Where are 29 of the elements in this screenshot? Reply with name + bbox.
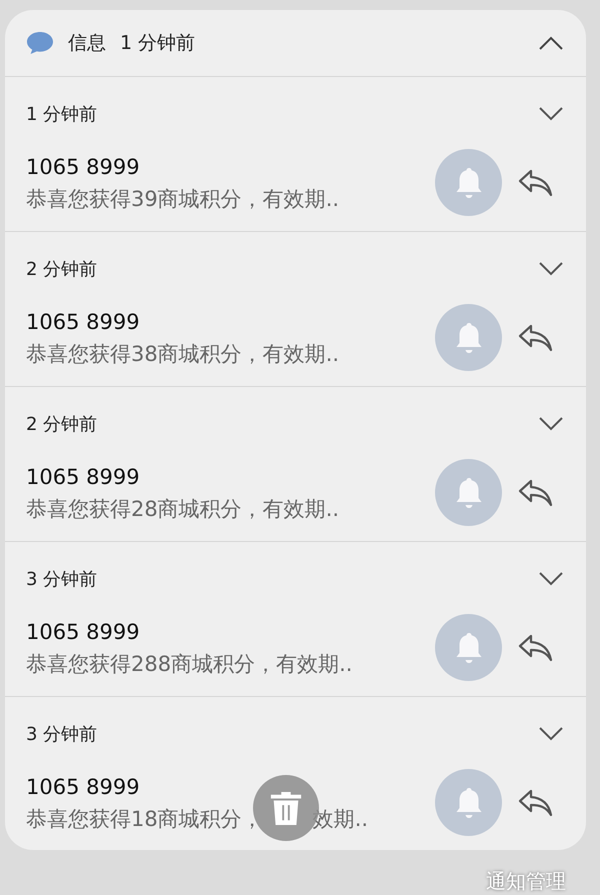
notification-time: 3 分钟前 [26, 723, 98, 746]
message-preview: 恭喜您获得38商城积分，有效期.. [26, 340, 340, 368]
message-preview: 恭喜您获得288商城积分，有效期.. [26, 650, 352, 678]
chevron-icon[interactable] [538, 261, 564, 277]
sender-number: 1065 8999 [26, 618, 140, 646]
notification-time: 1 分钟前 [26, 103, 98, 126]
sender-number: 1065 8999 [26, 464, 140, 490]
sender-number: 1065 8999 [26, 154, 140, 180]
chevron-icon[interactable] [538, 416, 564, 432]
app-name: 信息 [68, 31, 106, 56]
chevron-icon[interactable] [538, 726, 564, 742]
notification-time: 3 分钟前 [26, 568, 98, 591]
notification-time: 2 分钟前 [26, 413, 98, 436]
reply-icon[interactable] [518, 632, 554, 662]
reply-icon[interactable] [518, 322, 554, 352]
reply-icon[interactable] [518, 478, 554, 508]
chat-bubble-icon [26, 31, 54, 55]
sender-number: 1065 8999 [26, 774, 140, 800]
reply-icon[interactable] [518, 168, 554, 198]
notification-time: 2 分钟前 [26, 258, 98, 281]
chevron-icon[interactable] [538, 35, 564, 51]
chevron-icon[interactable] [538, 106, 564, 122]
message-preview: 恭喜您获得18商城积分， [26, 806, 263, 832]
chevron-icon[interactable] [538, 571, 564, 587]
message-preview: 恭喜您获得39商城积分，有效期.. [26, 186, 340, 212]
reply-icon[interactable] [518, 788, 554, 818]
group-time: 1 分钟前 [120, 31, 196, 56]
sender-number: 1065 8999 [26, 308, 140, 336]
message-preview: 恭喜您获得28商城积分，有效期.. [26, 496, 340, 522]
